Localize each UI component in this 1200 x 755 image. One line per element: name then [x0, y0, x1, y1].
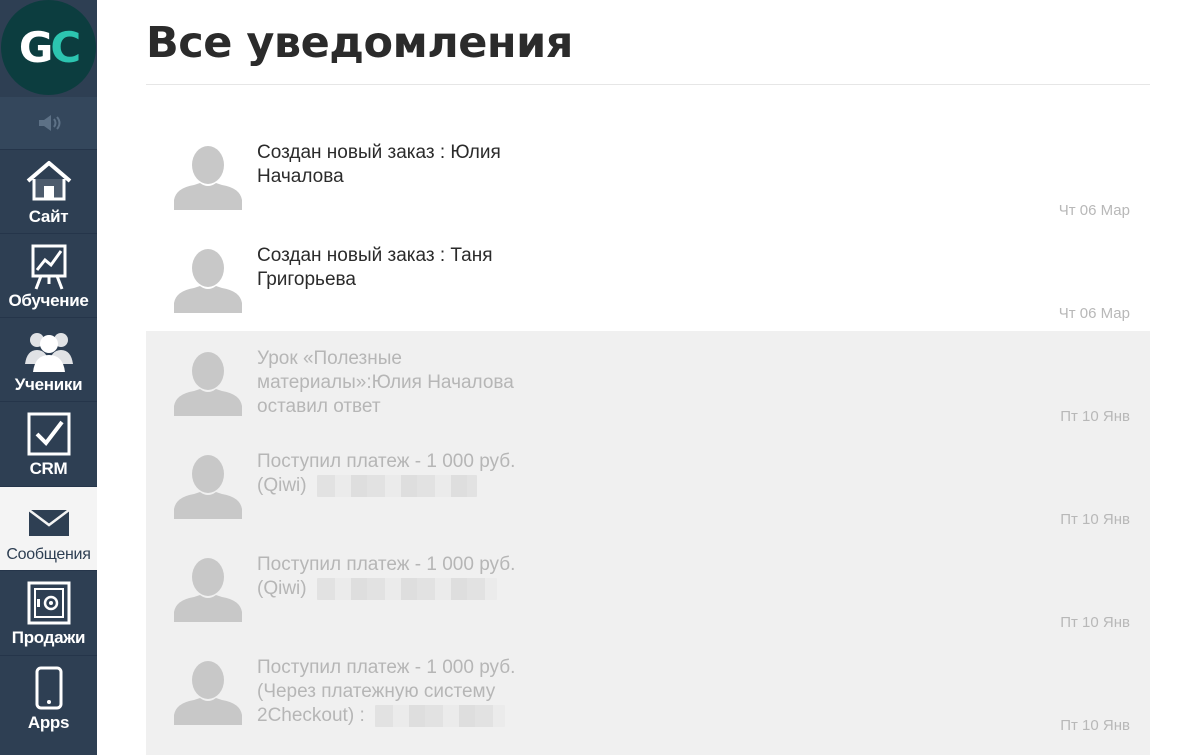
notification-text: Урок «Полезные материалы»:Юлия Началова … [257, 347, 547, 419]
sidebar-item-label: Обучение [8, 291, 89, 310]
notification-text: Поступил платеж - 1 000 руб. (Qiwi) [257, 553, 547, 601]
redacted-block [316, 577, 497, 600]
sidebar-item-label: Apps [27, 713, 70, 732]
notification-date: Пт 10 Янв [1060, 511, 1130, 528]
notification-line: Григорьева [257, 269, 356, 290]
notification-line: Поступил платеж - 1 000 руб. [257, 554, 516, 575]
sidebar-item-label: CRM [29, 459, 68, 478]
chart-board-icon [31, 244, 66, 290]
redacted-block [316, 474, 477, 497]
sidebar-item-label: Сайт [28, 207, 69, 226]
sidebar-item-apps[interactable]: Apps [0, 655, 97, 739]
user-avatar-icon [174, 352, 242, 416]
notification-date: Пт 10 Янв [1060, 717, 1130, 734]
sidebar-item-crm[interactable]: CRM [0, 401, 97, 485]
notification-item[interactable]: Поступил платеж - 1 000 руб. (Qiwi) Пт 1… [146, 434, 1150, 537]
home-icon [26, 161, 71, 201]
sidebar-item-training[interactable]: Обучение [0, 233, 97, 317]
notification-date: Пт 10 Янв [1060, 408, 1130, 425]
envelope-icon [27, 509, 70, 536]
notification-line-with-redaction: (Qiwi) [257, 474, 547, 498]
notification-text: Создан новый заказ : Юлия Началова [257, 141, 547, 189]
notification-line: (Qiwi) [257, 578, 307, 599]
logo-letter-g: G [18, 23, 54, 72]
notification-text: Создан новый заказ : Таня Григорьева [257, 244, 547, 292]
notification-date: Чт 06 Мар [1058, 202, 1130, 219]
notification-line: материалы»:Юлия Началова [257, 372, 514, 393]
title-divider [146, 84, 1150, 85]
sidebar-item-site[interactable]: Сайт [0, 149, 97, 233]
safe-icon [27, 581, 70, 625]
sidebar-item-sales[interactable]: Продажи [0, 570, 97, 654]
notification-line: Поступил платеж - 1 000 руб. [257, 451, 516, 472]
notification-line-with-redaction: (Qiwi) [257, 577, 547, 601]
notification-line: 2Checkout) : [257, 705, 365, 726]
user-avatar-icon [174, 558, 242, 622]
page-title: Все уведомления [146, 18, 573, 68]
notification-line: Создан новый заказ : Таня [257, 245, 493, 266]
sidebar-item-label: Ученики [14, 375, 83, 394]
sidebar-item-label: Сообщения [6, 546, 91, 563]
notification-item[interactable]: Урок «Полезные материалы»:Юлия Началова … [146, 331, 1150, 434]
notification-list: Создан новый заказ : Юлия Началова Чт 06… [146, 125, 1150, 743]
notification-item[interactable]: Поступил платеж - 1 000 руб. (Через плат… [146, 640, 1150, 743]
notification-line: оставил ответ [257, 396, 381, 417]
sidebar-item-students[interactable]: Ученики [0, 317, 97, 401]
logo[interactable]: GC [1, 0, 96, 95]
sidebar-item-messages[interactable]: Сообщения [0, 486, 97, 570]
user-avatar-icon [174, 661, 242, 725]
user-avatar-icon [174, 249, 242, 313]
notification-text: Поступил платеж - 1 000 руб. (Через плат… [257, 656, 547, 728]
notification-date: Пт 10 Янв [1060, 614, 1130, 631]
user-avatar-icon [174, 455, 242, 519]
notification-item[interactable]: Создан новый заказ : Таня Григорьева Чт … [146, 228, 1150, 331]
checkbox-icon [27, 412, 70, 456]
notification-text: Поступил платеж - 1 000 руб. (Qiwi) [257, 450, 547, 498]
logo-letter-c: C [50, 23, 81, 72]
sidebar: GC Сайт Обучение Ученики CRM Сообщения П… [0, 0, 97, 755]
redacted-block [374, 704, 505, 727]
notification-item[interactable]: Создан новый заказ : Юлия Началова Чт 06… [146, 125, 1150, 228]
notification-line: Поступил платеж - 1 000 руб. [257, 657, 516, 678]
users-icon [24, 333, 73, 372]
notification-item[interactable]: Поступил платеж - 1 000 руб. (Qiwi) Пт 1… [146, 537, 1150, 640]
user-avatar-icon [174, 146, 242, 210]
notification-line: Началова [257, 166, 344, 187]
sound-toggle[interactable] [0, 97, 97, 149]
notification-line: (Через платежную систему [257, 681, 496, 702]
speaker-icon [38, 115, 60, 131]
phone-icon [35, 666, 62, 710]
notification-line: Урок «Полезные [257, 348, 402, 369]
notification-date: Чт 06 Мар [1058, 305, 1130, 322]
notification-line: Создан новый заказ : Юлия [257, 142, 501, 163]
notification-line: (Qiwi) [257, 475, 307, 496]
notification-line-with-redaction: 2Checkout) : [257, 704, 547, 728]
logo-area[interactable]: GC [0, 0, 97, 97]
sidebar-item-label: Продажи [11, 628, 86, 647]
